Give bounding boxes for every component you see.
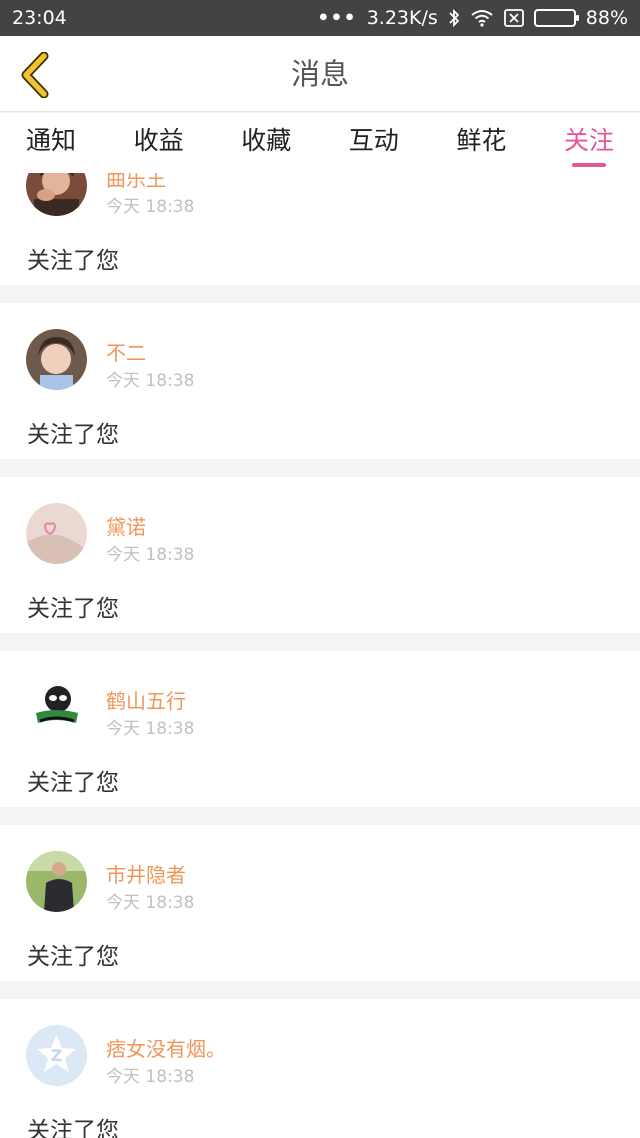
tab-bar: 通知 收益 收藏 互动 鲜花 关注 xyxy=(0,113,640,173)
avatar[interactable]: Z xyxy=(26,1025,87,1086)
tab-interactions[interactable]: 互动 xyxy=(349,113,399,173)
tab-favorites[interactable]: 收藏 xyxy=(241,113,291,173)
user-name[interactable]: 黛诺 xyxy=(106,511,146,540)
user-name[interactable]: 不二 xyxy=(106,337,146,366)
status-time: 23:04 xyxy=(12,7,67,29)
list-item[interactable]: 不二 今天 18:38 关注了您 xyxy=(0,303,640,459)
list-item[interactable]: 曲乐王 今天 18:38 关注了您 xyxy=(0,173,640,285)
battery-icon xyxy=(533,9,579,27)
bluetooth-icon xyxy=(448,8,460,28)
user-name[interactable]: 鹤山五行 xyxy=(106,685,186,714)
avatar[interactable] xyxy=(26,503,87,564)
list-item[interactable]: 鹤山五行 今天 18:38 关注了您 xyxy=(0,651,640,807)
more-dots-icon: ••• xyxy=(317,7,357,29)
page-title: 消息 xyxy=(290,57,349,91)
timestamp: 今天 18:38 xyxy=(106,1067,195,1087)
avatar[interactable] xyxy=(26,173,87,216)
avatar[interactable] xyxy=(26,851,87,912)
list-item[interactable]: 黛诺 今天 18:38 关注了您 xyxy=(0,477,640,633)
user-name[interactable]: 曲乐王 xyxy=(106,173,166,192)
timestamp: 今天 18:38 xyxy=(106,893,195,913)
user-name[interactable]: 市井隐者 xyxy=(106,859,186,888)
message-text: 关注了您 xyxy=(27,596,119,622)
follow-list[interactable]: 曲乐王 今天 18:38 关注了您 不二 今天 18:38 关注了您 黛诺 今天… xyxy=(0,173,640,1138)
timestamp: 今天 18:38 xyxy=(106,371,195,391)
header: 消息 xyxy=(0,36,640,112)
list-item[interactable]: Z 痞女没有烟。 今天 18:38 关注了您 xyxy=(0,999,640,1138)
message-text: 关注了您 xyxy=(27,422,119,448)
message-text: 关注了您 xyxy=(27,248,119,274)
tab-flowers[interactable]: 鲜花 xyxy=(456,113,506,173)
status-right: ••• 3.23K/s 88% xyxy=(317,7,628,29)
network-speed: 3.23K/s xyxy=(366,7,438,29)
tab-notice[interactable]: 通知 xyxy=(26,113,76,173)
battery-percent: 88% xyxy=(585,7,628,29)
timestamp: 今天 18:38 xyxy=(106,197,195,217)
wifi-icon xyxy=(470,9,494,27)
list-items: 曲乐王 今天 18:38 关注了您 不二 今天 18:38 关注了您 黛诺 今天… xyxy=(0,173,640,1138)
avatar[interactable] xyxy=(26,329,87,390)
tab-earnings[interactable]: 收益 xyxy=(134,113,184,173)
message-text: 关注了您 xyxy=(27,770,119,796)
sim-icon xyxy=(503,9,524,27)
tab-following[interactable]: 关注 xyxy=(564,113,614,173)
timestamp: 今天 18:38 xyxy=(106,545,195,565)
message-text: 关注了您 xyxy=(27,1118,119,1138)
message-text: 关注了您 xyxy=(27,944,119,970)
timestamp: 今天 18:38 xyxy=(106,719,195,739)
avatar[interactable] xyxy=(26,677,87,738)
user-name[interactable]: 痞女没有烟。 xyxy=(106,1033,226,1062)
svg-text:Z: Z xyxy=(51,1046,63,1065)
status-bar: 23:04 ••• 3.23K/s 88% xyxy=(0,0,640,36)
list-item[interactable]: 市井隐者 今天 18:38 关注了您 xyxy=(0,825,640,981)
